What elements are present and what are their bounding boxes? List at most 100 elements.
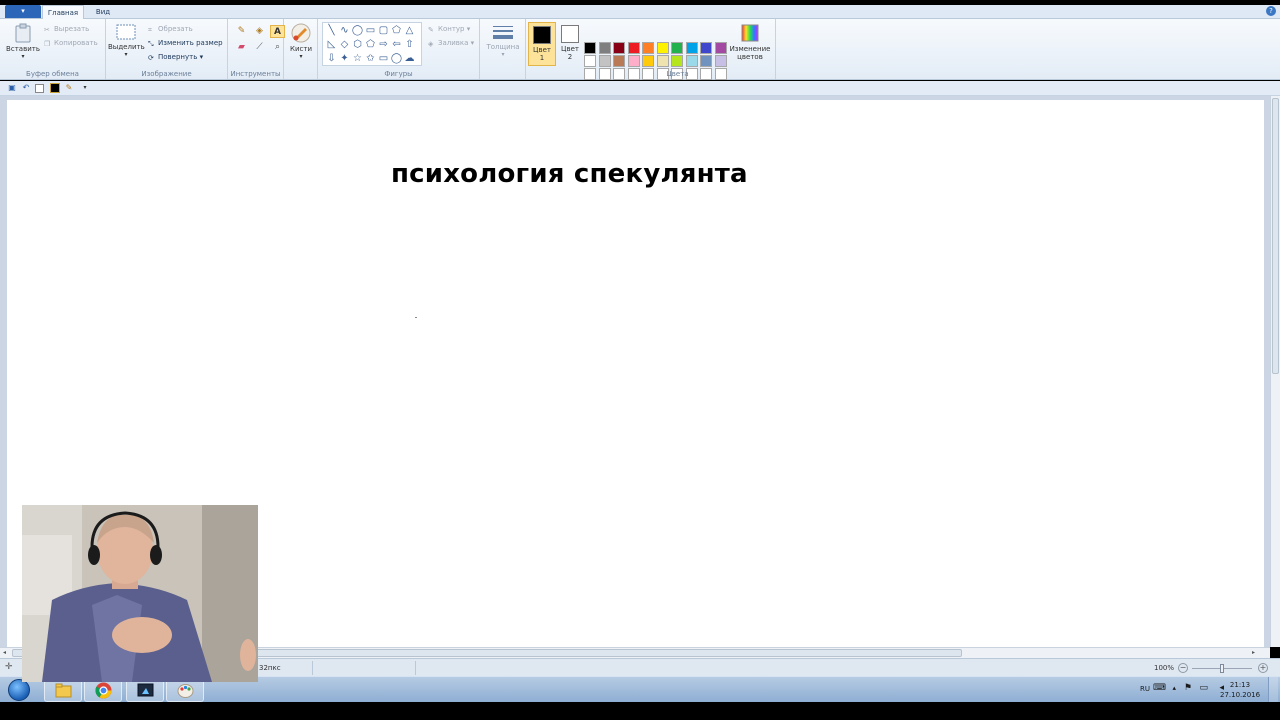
stray-dot xyxy=(415,317,417,318)
chrome-icon xyxy=(95,682,112,699)
shape-item-icon[interactable]: ✦ xyxy=(338,52,351,65)
shape-item-icon[interactable]: ⇨ xyxy=(377,38,390,51)
paint-window: ▾ Главная Вид ? Вставить ▾ ✂ Вырезать ❐ Ко… xyxy=(0,0,1280,720)
quick-access-toolbar: ▣ ↶ ✎ ▾ xyxy=(0,81,1280,96)
app-menu-label: ▾ xyxy=(21,7,25,15)
shape-item-icon[interactable]: ☆ xyxy=(351,52,364,65)
color-picker-icon[interactable]: ⟋ xyxy=(252,41,267,54)
help-icon[interactable]: ? xyxy=(1266,6,1276,16)
crop-button[interactable]: ⌗ Обрезать xyxy=(148,24,193,34)
shape-item-icon[interactable]: ⇩ xyxy=(325,52,338,65)
crop-label: Обрезать xyxy=(158,25,193,33)
shapes-group: ╲ ∿ ◯ ▭ ▢ ⬠ △ ◺ ◇ ⬡ ⬠ ⇨ ⇦ ⇧ ⇩ ✦ ☆ ✩ ▭ ◯ ☁ ✎ Контур ▾ ◈ Заливка… xyxy=(318,19,480,79)
color1-label: Цвет xyxy=(533,46,551,54)
eraser-icon[interactable]: ▰ xyxy=(234,41,249,54)
show-desktop-button[interactable] xyxy=(1268,677,1278,703)
shape-item-icon[interactable]: ✩ xyxy=(364,52,377,65)
resize-button[interactable]: ⤡ Изменить размер xyxy=(148,38,223,48)
select-rectangle-icon xyxy=(116,24,136,40)
vertical-scroll-thumb[interactable] xyxy=(1272,98,1279,374)
shape-item-icon[interactable]: ∿ xyxy=(338,24,351,37)
zoom-slider-thumb[interactable] xyxy=(1220,664,1224,673)
clock[interactable]: 21:13 27.10.2016 xyxy=(1220,680,1260,700)
shape-item-icon[interactable]: ◯ xyxy=(390,52,403,65)
language-indicator[interactable]: RU xyxy=(1140,685,1150,693)
cut-button[interactable]: ✂ Вырезать xyxy=(44,24,89,34)
outline-icon: ✎ xyxy=(428,26,434,34)
shapes-group-label: Фигуры xyxy=(384,70,413,78)
shape-item-icon[interactable]: △ xyxy=(403,24,416,37)
keyboard-icon[interactable]: ⌨ xyxy=(1153,683,1166,693)
new-icon[interactable] xyxy=(35,84,44,93)
brushes-label: Кисти xyxy=(290,45,312,53)
color1-button[interactable]: Цвет 1 xyxy=(528,22,556,66)
select-button[interactable]: Выделить ▾ xyxy=(108,23,145,59)
pencil-icon[interactable]: ✎ xyxy=(234,25,249,38)
start-button[interactable] xyxy=(8,679,30,701)
shape-item-icon[interactable]: ◯ xyxy=(351,24,364,37)
paint-icon xyxy=(177,684,194,698)
brushes-dropdown-icon: ▾ xyxy=(299,53,303,60)
outline-label: Контур xyxy=(438,25,465,33)
shape-item-icon[interactable]: ◇ xyxy=(338,38,351,51)
shape-item-icon[interactable]: ◺ xyxy=(325,38,338,51)
clock-date: 27.10.2016 xyxy=(1220,691,1261,699)
edit-colors-button[interactable]: Изменение цветов xyxy=(728,23,772,61)
scroll-right-icon[interactable]: ▸ xyxy=(1252,649,1255,656)
shape-item-icon[interactable]: ▢ xyxy=(377,24,390,37)
flag-icon[interactable]: ⚑ xyxy=(1184,683,1192,693)
brushes-button[interactable]: Кисти ▾ xyxy=(286,23,316,61)
brush-icon xyxy=(291,23,311,43)
shape-item-icon[interactable]: ▭ xyxy=(364,24,377,37)
copy-label: Копировать xyxy=(54,39,98,47)
shape-item-icon[interactable]: ☁ xyxy=(403,52,416,65)
fill-button[interactable]: ◈ Заливка ▾ xyxy=(428,38,474,48)
fill-icon[interactable]: ◈ xyxy=(252,25,267,38)
rotate-button[interactable]: ⟳ Повернуть ▾ xyxy=(148,52,203,62)
size-readout: 32пкс xyxy=(259,664,281,672)
customize-qat-icon[interactable]: ▾ xyxy=(80,83,90,93)
color-indicator-icon[interactable] xyxy=(50,83,60,93)
colors-group-label: Цвета xyxy=(666,70,689,78)
tools-group: ✎ ◈ A ▰ ⟋ ⌕ Инструменты xyxy=(228,19,285,79)
copy-button[interactable]: ❐ Копировать xyxy=(44,38,98,48)
outline-button[interactable]: ✎ Контур ▾ xyxy=(428,24,470,34)
shape-item-icon[interactable]: ⬠ xyxy=(364,38,377,51)
scissors-icon: ✂ xyxy=(44,26,50,34)
color-wheel-icon xyxy=(741,24,759,42)
save-icon[interactable]: ▣ xyxy=(7,83,17,93)
shape-item-icon[interactable]: ⬠ xyxy=(390,24,403,37)
webcam-overlay xyxy=(22,505,258,682)
vertical-scrollbar[interactable] xyxy=(1270,96,1280,647)
paste-label: Вставить xyxy=(6,45,40,53)
image-group: Выделить ▾ ⌗ Обрезать ⤡ Изменить размер ⟳ П… xyxy=(106,19,228,79)
shape-item-icon[interactable]: ⇧ xyxy=(403,38,416,51)
zoom-level: 100% xyxy=(1154,664,1175,672)
clipboard-icon xyxy=(15,23,31,43)
shape-item-icon[interactable]: ▭ xyxy=(377,52,390,65)
thickness-icon xyxy=(493,26,513,39)
magnifier-icon[interactable]: ⌕ xyxy=(270,41,285,54)
thickness-button[interactable]: Толщина ▾ xyxy=(485,23,521,59)
tab-view[interactable]: Вид xyxy=(88,5,118,19)
zoom-out-icon[interactable]: − xyxy=(1178,663,1188,673)
show-hidden-icons-icon[interactable]: ▴ xyxy=(1172,684,1176,692)
undo-icon[interactable]: ↶ xyxy=(21,83,31,93)
paste-dropdown-icon: ▾ xyxy=(21,53,25,60)
tab-home[interactable]: Главная xyxy=(42,5,84,20)
scroll-left-icon[interactable]: ◂ xyxy=(3,649,6,656)
pencil-icon[interactable]: ✎ xyxy=(64,83,74,93)
app-menu-button[interactable]: ▾ xyxy=(5,5,41,18)
canvas-text[interactable]: психология спекулянта xyxy=(391,159,748,189)
shape-item-icon[interactable]: ╲ xyxy=(325,24,338,37)
text-icon[interactable]: A xyxy=(270,25,285,38)
zoom-in-icon[interactable]: + xyxy=(1258,663,1268,673)
paste-button[interactable]: Вставить ▾ xyxy=(6,23,40,61)
tab-home-label: Главная xyxy=(47,9,79,17)
network-icon[interactable]: ▭ xyxy=(1199,683,1208,693)
tools-group-label: Инструменты xyxy=(230,70,281,78)
shape-item-icon[interactable]: ⬡ xyxy=(351,38,364,51)
status-separator xyxy=(415,661,416,675)
brushes-group: Кисти ▾ xyxy=(284,19,318,79)
shape-item-icon[interactable]: ⇦ xyxy=(390,38,403,51)
